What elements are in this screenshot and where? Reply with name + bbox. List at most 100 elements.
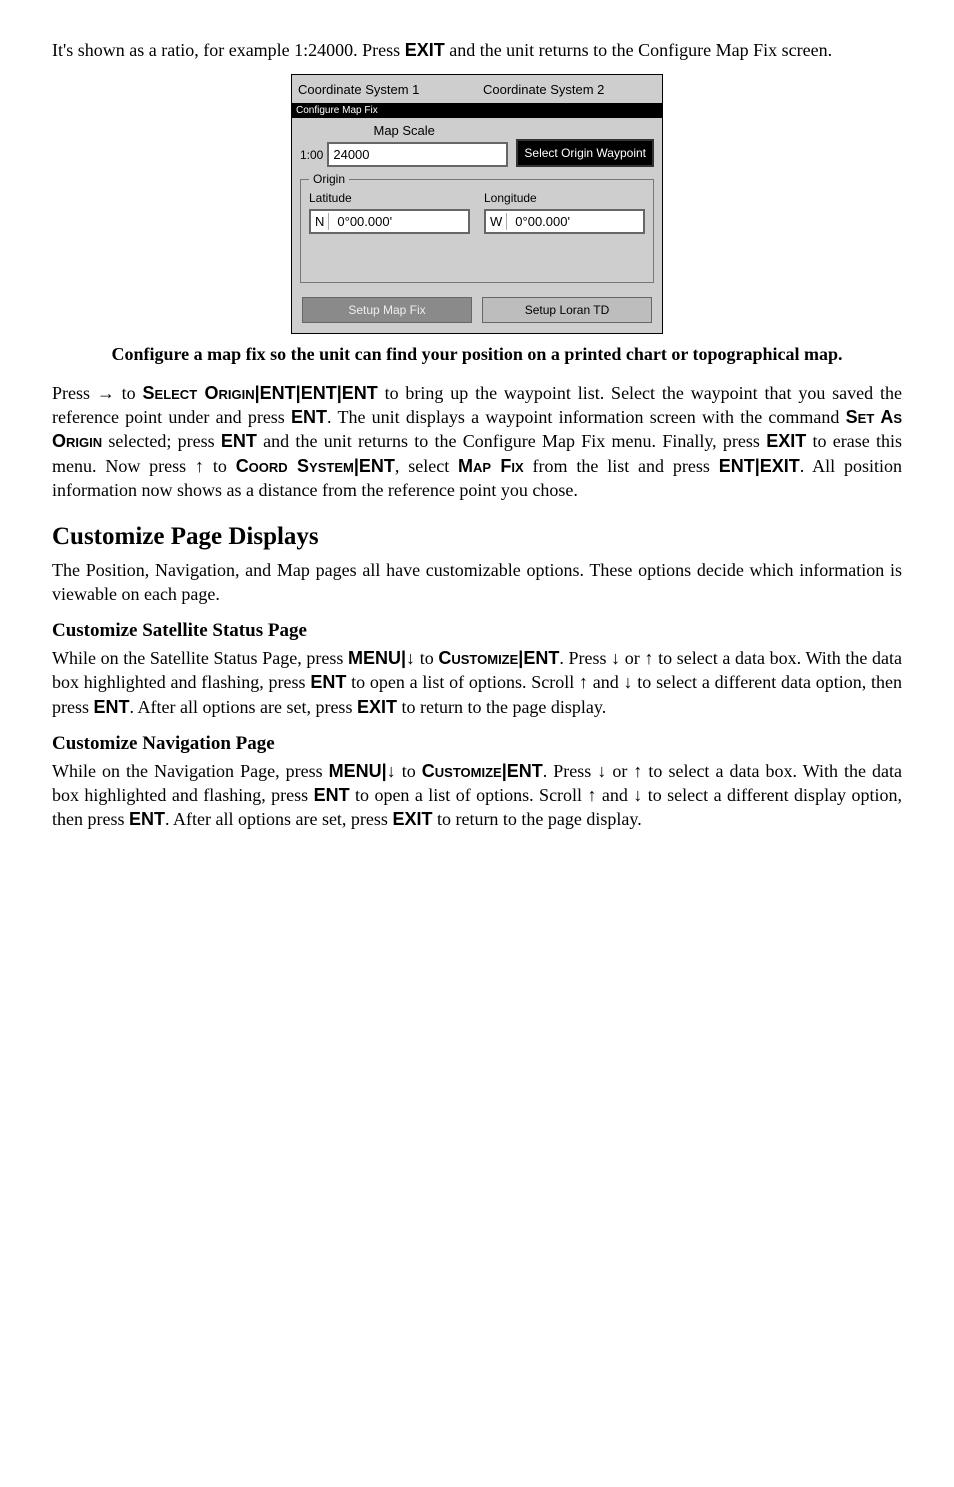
heading-customize-satellite: Customize Satellite Status Page xyxy=(52,618,902,644)
longitude-label: Longitude xyxy=(484,190,645,208)
para-select-origin: Press → to Select Origin|ENT|ENT|ENT to … xyxy=(52,381,902,502)
p2-j: from the list and press xyxy=(524,456,719,476)
key-ent-n3: ENT xyxy=(129,809,165,829)
latitude-input[interactable]: N 0°00.000' xyxy=(309,209,470,235)
nav-j: to return to the page display. xyxy=(432,809,641,829)
p2-e: selected; press xyxy=(102,431,221,451)
key-exit-n1: EXIT xyxy=(392,809,432,829)
para-customize-intro: The Position, Navigation, and Map pages … xyxy=(52,558,902,607)
key-ent-s3: ENT xyxy=(94,697,130,717)
map-scale-label: Map Scale xyxy=(300,122,508,142)
p2-b: to xyxy=(115,383,143,403)
coord-system-1-col: Coordinate System 1 xyxy=(298,79,471,101)
nav-f: to open a list of options. Scroll xyxy=(350,785,588,805)
p2-h: to xyxy=(204,456,236,476)
map-scale-left: Map Scale 1:00 24000 xyxy=(300,122,508,167)
cmd-select-origin: Select Origin xyxy=(143,383,255,403)
arrow-down-icon-6: ↓ xyxy=(633,785,642,805)
key-ent-n1: ENT xyxy=(507,761,543,781)
nav-a: While on the Navigation Page, press xyxy=(52,761,329,781)
configure-map-fix-band: Configure Map Fix xyxy=(292,103,662,119)
p2-a: Press xyxy=(52,383,97,403)
key-menu-2: MENU xyxy=(329,761,382,781)
nav-g: and xyxy=(596,785,633,805)
key-ent-4: ENT xyxy=(291,407,327,427)
arrow-down-icon-5: ↓ xyxy=(597,761,606,781)
key-menu-1: MENU xyxy=(348,648,401,668)
key-exit-3: EXIT xyxy=(760,456,800,476)
figure-wrap: Coordinate System 1 Coordinate System 2 … xyxy=(52,74,902,334)
longitude-col: Longitude W 0°00.000' xyxy=(484,190,645,234)
sat-b: to xyxy=(415,648,438,668)
sat-j: to return to the page display. xyxy=(397,697,606,717)
latitude-col: Latitude N 0°00.000' xyxy=(309,190,470,234)
sat-g: and xyxy=(588,672,624,692)
map-scale-input-row: 1:00 24000 xyxy=(300,142,508,168)
lat-lon-row: Latitude N 0°00.000' Longitude W 0°00.00… xyxy=(309,190,645,234)
origin-group-title: Origin xyxy=(309,171,349,187)
configure-map-fix-dialog: Coordinate System 1 Coordinate System 2 … xyxy=(291,74,663,334)
p2-f: and the unit returns to the Configure Ma… xyxy=(257,431,766,451)
para-customize-navigation: While on the Navigation Page, press MENU… xyxy=(52,759,902,832)
intro-text-b: and the unit returns to the Configure Ma… xyxy=(445,40,832,60)
arrow-down-icon-4: ↓ xyxy=(387,761,396,781)
coord-system-2-label: Coordinate System 2 xyxy=(483,79,656,101)
key-ent-7: ENT xyxy=(719,456,755,476)
p2-i: , select xyxy=(395,456,458,476)
coord-system-1-label: Coordinate System 1 xyxy=(298,79,471,101)
sat-c: . Press xyxy=(559,648,611,668)
key-exit-s1: EXIT xyxy=(357,697,397,717)
arrow-right-icon: → xyxy=(97,383,115,403)
longitude-value: 0°00.000' xyxy=(515,213,570,231)
latitude-label: Latitude xyxy=(309,190,470,208)
coord-system-2-col: Coordinate System 2 xyxy=(483,79,656,101)
map-scale-input[interactable]: 24000 xyxy=(327,142,508,168)
setup-loran-td-button[interactable]: Setup Loran TD xyxy=(482,297,652,323)
select-origin-waypoint-button[interactable]: Select Origin Waypoint xyxy=(516,139,654,167)
key-exit-2: EXIT xyxy=(766,431,806,451)
key-exit: EXIT xyxy=(405,40,445,60)
setup-map-fix-button[interactable]: Setup Map Fix xyxy=(302,297,472,323)
key-ent-n2: ENT xyxy=(314,785,350,805)
key-ent-6: ENT xyxy=(359,456,395,476)
key-ent-s1: ENT xyxy=(523,648,559,668)
map-scale-row: Map Scale 1:00 24000 Select Origin Waypo… xyxy=(292,118,662,175)
sat-a: While on the Satellite Status Page, pres… xyxy=(52,648,348,668)
sat-d: or xyxy=(620,648,644,668)
key-ent-s2: ENT xyxy=(310,672,346,692)
figure-caption: Configure a map fix so the unit can find… xyxy=(92,342,862,366)
arrow-down-icon-3: ↓ xyxy=(624,672,633,692)
p2-d: . The unit displays a waypoint informati… xyxy=(327,407,846,427)
arrow-up-icon: ↑ xyxy=(195,456,204,476)
heading-customize-navigation: Customize Navigation Page xyxy=(52,731,902,757)
key-ent-2: ENT xyxy=(301,383,337,403)
arrow-down-icon-1: ↓ xyxy=(406,648,415,668)
latitude-dir: N xyxy=(315,213,329,231)
cmd-map-fix: Map Fix xyxy=(458,456,524,476)
key-ent-5: ENT xyxy=(221,431,257,451)
map-scale-ratio: 1:00 xyxy=(300,147,323,163)
latitude-value: 0°00.000' xyxy=(337,213,392,231)
arrow-down-icon-2: ↓ xyxy=(611,648,620,668)
sat-f: to open a list of options. Scroll xyxy=(346,672,579,692)
dialog-button-row: Setup Map Fix Setup Loran TD xyxy=(292,291,662,333)
cmd-coord-system: Coord System xyxy=(236,456,354,476)
cmd-customize-2: Customize xyxy=(422,761,502,781)
nav-i: . After all options are set, press xyxy=(165,809,392,829)
intro-text-a: It's shown as a ratio, for example 1:240… xyxy=(52,40,405,60)
sat-i: . After all options are set, press xyxy=(130,697,357,717)
intro-paragraph: It's shown as a ratio, for example 1:240… xyxy=(52,38,902,62)
longitude-input[interactable]: W 0°00.000' xyxy=(484,209,645,235)
nav-c: . Press xyxy=(543,761,598,781)
key-ent-1: ENT xyxy=(260,383,296,403)
longitude-dir: W xyxy=(490,213,507,231)
key-ent-3: ENT xyxy=(342,383,378,403)
nav-d: or xyxy=(606,761,633,781)
para-customize-satellite: While on the Satellite Status Page, pres… xyxy=(52,646,902,719)
cmd-customize-1: Customize xyxy=(438,648,518,668)
arrow-up-icon-3: ↑ xyxy=(579,672,588,692)
heading-customize-page-displays: Customize Page Displays xyxy=(52,520,902,554)
origin-group: Origin Latitude N 0°00.000' Longitude W … xyxy=(300,179,654,283)
dialog-header: Coordinate System 1 Coordinate System 2 xyxy=(292,75,662,101)
nav-b: to xyxy=(396,761,422,781)
